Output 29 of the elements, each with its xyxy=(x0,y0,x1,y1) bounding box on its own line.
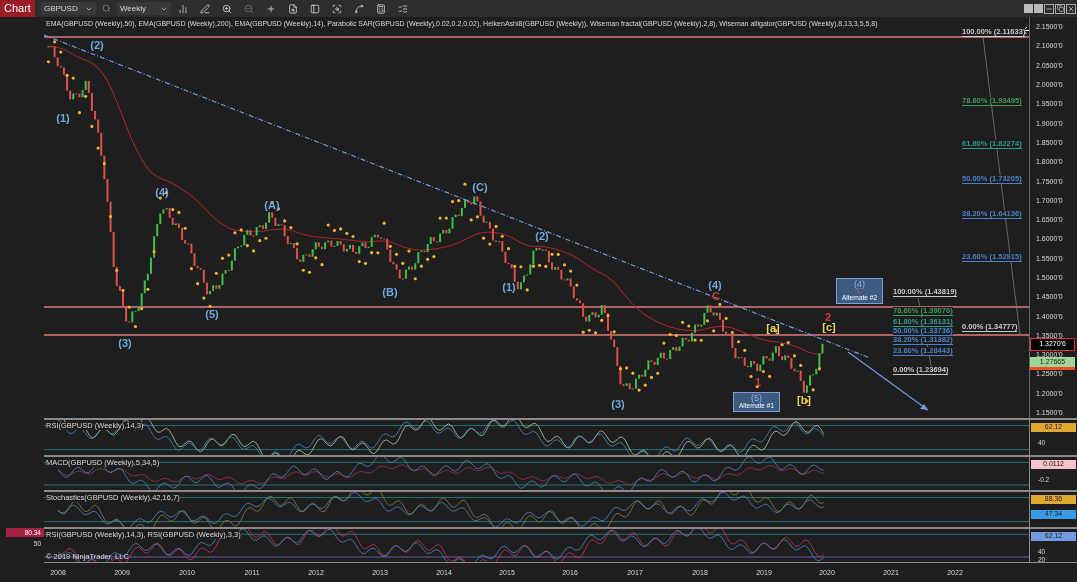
window-tile-icon[interactable] xyxy=(1034,4,1043,13)
wave-label: (4) xyxy=(155,186,169,198)
wave-label: (B) xyxy=(382,286,398,298)
wave-label: (1) xyxy=(502,281,516,293)
wave-label: (2) xyxy=(90,39,104,51)
wave-label: (5) xyxy=(205,308,219,320)
wave-label: (C) xyxy=(472,181,488,193)
restore-icon[interactable] xyxy=(1055,3,1065,14)
wave-label: (1) xyxy=(56,112,70,124)
wave-label: C xyxy=(856,287,863,295)
wave-label: [b] xyxy=(797,394,811,406)
wave-label: (3) xyxy=(611,398,625,410)
wave-label: 2 xyxy=(824,311,832,323)
close-icon[interactable] xyxy=(1066,3,1076,14)
wave-label: (4) xyxy=(708,279,722,291)
wave-label: (4) xyxy=(854,280,865,289)
wave-label: 1 xyxy=(754,376,762,388)
chart-tab[interactable]: Chart xyxy=(0,0,35,17)
window-tile-icon[interactable] xyxy=(1024,4,1033,13)
wave-label: (A) xyxy=(264,199,280,211)
wave-label: (3) xyxy=(118,337,132,349)
minimize-icon[interactable] xyxy=(1044,3,1054,14)
wave-label: (5) xyxy=(751,394,762,403)
interval-dropdown[interactable]: Weekly xyxy=(116,2,171,15)
wave-label: [c] xyxy=(822,321,836,333)
wave-label: (2) xyxy=(535,230,549,242)
instrument-dropdown[interactable]: GBPUSD xyxy=(40,2,96,15)
search-icon[interactable] xyxy=(101,4,111,13)
wave-label: [a] xyxy=(766,322,780,334)
